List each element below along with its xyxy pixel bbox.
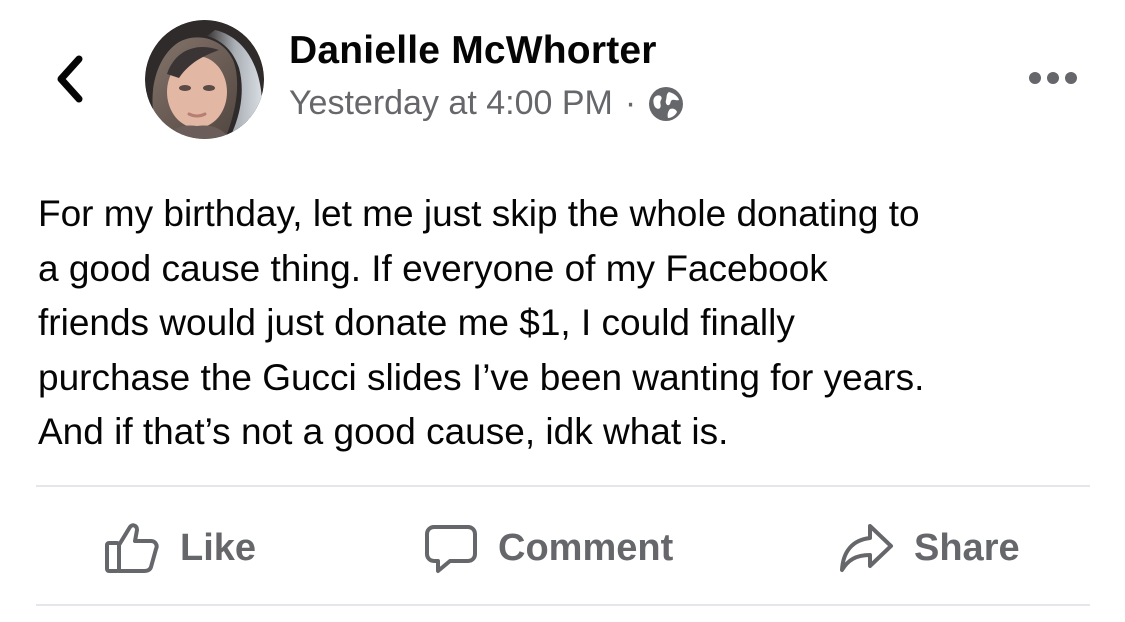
post-timestamp[interactable]: Yesterday at 4:00 PM <box>289 84 613 123</box>
more-options-button[interactable] <box>1025 62 1081 94</box>
chevron-left-icon <box>57 55 83 103</box>
comment-label: Comment <box>498 526 674 569</box>
avatar-image <box>145 20 264 139</box>
avatar[interactable] <box>145 20 264 139</box>
divider <box>36 604 1090 606</box>
share-arrow-icon <box>838 522 894 574</box>
divider <box>36 485 1090 487</box>
share-label: Share <box>914 526 1020 569</box>
share-button[interactable]: Share <box>838 516 1020 580</box>
author-name[interactable]: Danielle McWhorter <box>289 29 657 73</box>
thumbs-up-icon <box>104 521 160 575</box>
post-body: For my birthday, let me just skip the wh… <box>38 193 925 452</box>
like-label: Like <box>180 526 257 569</box>
back-button[interactable] <box>48 52 92 106</box>
meta-separator: · <box>624 84 637 122</box>
speech-bubble-icon <box>424 521 478 575</box>
globe-icon[interactable] <box>648 86 684 122</box>
more-horizontal-icon-dot <box>1065 72 1077 84</box>
post-meta: Yesterday at 4:00 PM · <box>289 84 684 123</box>
like-button[interactable]: Like <box>104 516 256 580</box>
more-horizontal-icon-dot <box>1029 72 1041 84</box>
comment-button[interactable]: Comment <box>424 516 673 580</box>
more-horizontal-icon-dot <box>1047 72 1059 84</box>
